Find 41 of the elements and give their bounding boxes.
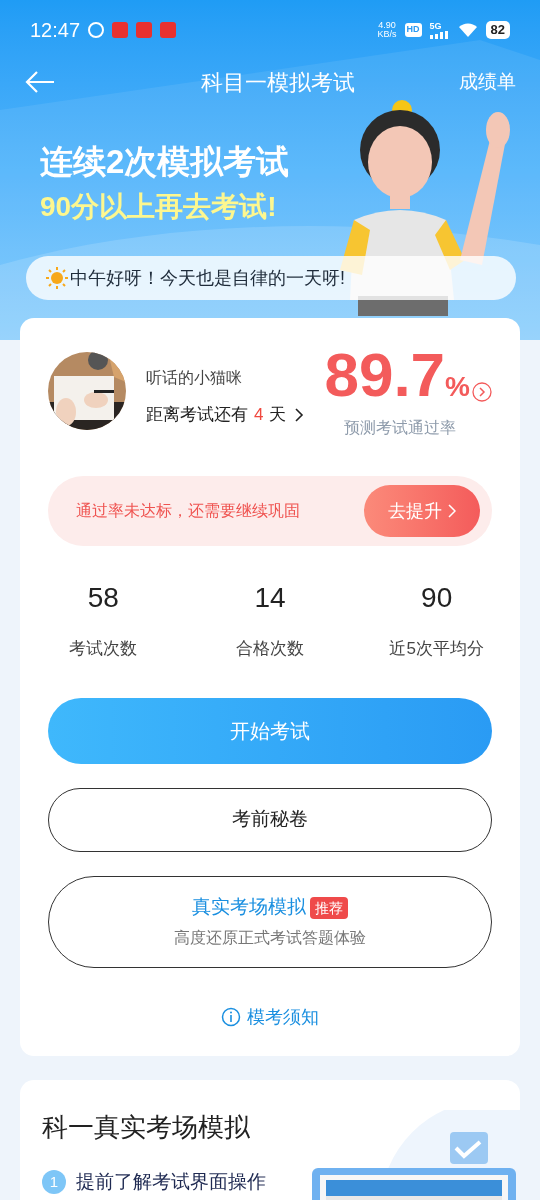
alert-message: 通过率未达标，还需要继续巩固: [76, 501, 300, 521]
step-text: 提前了解考试界面操作: [76, 1170, 266, 1194]
chevron-circle-icon[interactable]: [472, 382, 492, 402]
secret-notes-button[interactable]: 考前秘卷: [48, 787, 492, 852]
stat-label: 考试次数: [69, 638, 138, 660]
chevron-icon: [448, 504, 456, 518]
chevron-icon: [294, 407, 305, 422]
signal-icon: [429, 30, 450, 39]
app-icon: [160, 22, 177, 38]
user-name: 听话的小猫咪: [146, 368, 243, 388]
report-link[interactable]: 成绩单: [459, 67, 516, 97]
stat-label: 近5次平均分: [389, 638, 484, 660]
info-icon: [221, 1007, 241, 1027]
app-icon: [88, 22, 105, 38]
real-exam-simulation-button[interactable]: 真实考场模拟 推荐 高度还原正式考试答题体验: [48, 875, 492, 968]
start-exam-button[interactable]: 开始考试: [48, 697, 492, 764]
recommend-tag: 推荐: [310, 896, 348, 919]
sun-icon: [46, 267, 68, 289]
status-time: 12:47: [30, 18, 81, 43]
greeting-text: 中午好呀！今天也是自律的一天呀!: [70, 266, 345, 290]
app-icon: [112, 22, 129, 38]
pass-rate-label: 预测考试通过率: [344, 418, 457, 438]
section-title: 科一真实考场模拟: [42, 1111, 250, 1144]
app-icon: [136, 22, 153, 38]
stat-value: 58: [87, 582, 119, 614]
page-title: 科目一模拟考试: [200, 68, 355, 97]
step-number: 1: [42, 1170, 66, 1195]
stat-label: 合格次数: [236, 638, 304, 660]
exam-notice-link[interactable]: 模考须知: [221, 1003, 319, 1031]
net-speed: 4.90: [378, 21, 396, 30]
improve-button[interactable]: 去提升: [364, 485, 480, 537]
net-speed-unit: KB/s: [377, 30, 397, 39]
banner-subheadline: 90分以上再去考试!: [40, 190, 277, 224]
pass-rate: 89.7%: [324, 344, 470, 408]
back-arrow-icon[interactable]: [24, 70, 56, 94]
wifi-icon: [457, 22, 478, 38]
stat-value: 90: [421, 582, 453, 614]
network-type: 5G: [429, 21, 442, 31]
banner-headline: 连续2次模拟考试: [40, 142, 290, 182]
exam-countdown-link[interactable]: 距离考试还有 4 天: [146, 402, 305, 428]
stat-value: 14: [254, 582, 286, 614]
